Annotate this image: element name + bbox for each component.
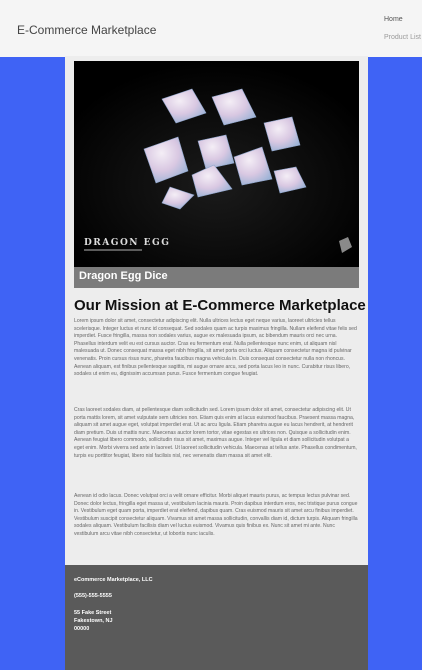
footer-street: 55 Fake Street (74, 610, 112, 616)
footer-city: Fakestown, NJ (74, 618, 113, 624)
top-navbar: E-Commerce Marketplace Home Product List (0, 0, 422, 57)
footer-phone: (555)-555-5555 (74, 593, 112, 599)
dice-photo: DRAGON EGG (74, 61, 359, 267)
mission-heading: Our Mission at E-Commerce Marketplace (74, 297, 366, 314)
mission-paragraph-2: Cras laoreet sodales diam, at pellentesq… (74, 407, 357, 459)
nav-link-home[interactable]: Home (384, 16, 403, 23)
hero-image: DRAGON EGG Dragon Egg Dice (74, 61, 359, 288)
mission-paragraph-1: Lorem ipsum dolor sit amet, consectetur … (74, 318, 357, 378)
site-footer: eCommerce Marketplace, LLC (555)-555-555… (65, 565, 368, 670)
footer-company: eCommerce Marketplace, LLC (74, 577, 153, 583)
image-brand-text: DRAGON EGG (84, 238, 170, 248)
product-title: Dragon Egg Dice (79, 270, 168, 282)
hero-caption-bar: Dragon Egg Dice (74, 267, 359, 288)
brand-title[interactable]: E-Commerce Marketplace (17, 23, 156, 37)
nav-link-product-list[interactable]: Product List (384, 34, 421, 41)
content-card: DRAGON EGG Dragon Egg Dice Our Mission a… (65, 56, 368, 670)
footer-zip: 00000 (74, 626, 90, 632)
mission-paragraph-3: Aenean id odio lacus. Donec volutpat orc… (74, 493, 358, 537)
